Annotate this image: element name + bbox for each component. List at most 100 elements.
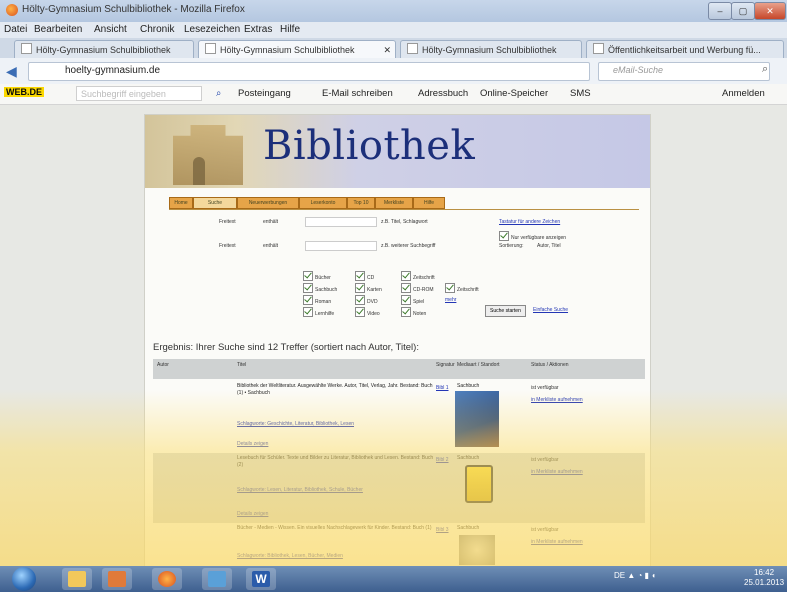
webde-sms[interactable]: SMS <box>570 88 591 99</box>
taskbar-firefox[interactable] <box>152 568 182 590</box>
tab-favicon <box>407 43 418 54</box>
taskbar-word[interactable]: W <box>246 568 276 590</box>
maximize-button[interactable]: ▢ <box>731 2 755 20</box>
search-row1-label: Freitext <box>219 219 236 225</box>
media-checkbox-12[interactable]: Video <box>355 307 380 317</box>
nav-tab-neuerwerbungen[interactable]: Neuerwerbungen <box>237 197 299 209</box>
nav-tab-home[interactable]: Home <box>169 197 193 209</box>
menu-item-ansicht[interactable]: Ansicht <box>94 24 127 35</box>
menu-item-lesezeichen[interactable]: Lesezeichen <box>184 24 240 35</box>
available-only-checkbox[interactable]: Nur verfügbare anzeigen <box>499 231 566 241</box>
media-checkbox-2[interactable]: CD <box>355 271 374 281</box>
media-checkbox-6[interactable]: CD-ROM <box>401 283 434 293</box>
result-signature[interactable]: Bibl 1 <box>436 385 449 391</box>
tab-favicon <box>21 43 32 54</box>
webde-email-schreiben[interactable]: E-Mail schreiben <box>322 88 393 99</box>
webde-search-icon[interactable]: ⌕ <box>216 88 221 99</box>
tab-3[interactable]: Hölty-Gymnasium Schulbibliothek <box>400 40 582 59</box>
col-signature[interactable]: Signatur <box>436 362 455 368</box>
special-chars-link[interactable]: Tastatur für andere Zeichen <box>499 219 560 225</box>
taskbar-app[interactable] <box>202 568 232 590</box>
simple-search-link[interactable]: Einfache Suche <box>533 307 568 313</box>
media-checkbox-13[interactable]: Noten <box>401 307 426 317</box>
nav-tab-leserkonto[interactable]: Leserkonto <box>299 197 347 209</box>
window-title: Hölty-Gymnasium Schulbibliothek - Mozill… <box>22 4 245 15</box>
search-submit-button[interactable]: Suche starten <box>485 305 526 317</box>
firefox-icon <box>6 4 18 16</box>
menu-item-chronik[interactable]: Chronik <box>140 24 174 35</box>
webde-anmelden[interactable]: Anmelden <box>722 88 765 99</box>
url-text: hoelty-gymnasium.de <box>65 65 161 76</box>
search-icon[interactable]: ⌕ <box>762 63 768 76</box>
result-title[interactable]: Bibliothek der Weltliteratur. Ausgewählt… <box>237 383 437 397</box>
nav-tab-top10[interactable]: Top 10 <box>347 197 375 209</box>
tab-1[interactable]: Hölty-Gymnasium Schulbibliothek <box>14 40 194 59</box>
start-button[interactable] <box>12 567 36 591</box>
menu-item-extras[interactable]: Extras <box>244 24 272 35</box>
media-checkbox-9[interactable]: DVD <box>355 295 378 305</box>
search-row2-operator[interactable]: enthält <box>263 243 278 249</box>
url-bar[interactable]: hoelty-gymnasium.de ⟳ <box>28 62 612 81</box>
media-checkbox-11[interactable]: Lernhilfe <box>303 307 334 317</box>
taskbar-media[interactable] <box>102 568 132 590</box>
result-keywords[interactable]: Schlagworte: Lesen, Literatur, Bibliothe… <box>237 487 437 494</box>
webde-posteingang[interactable]: Posteingang <box>238 88 291 99</box>
result-signature[interactable]: Bibl 3 <box>436 527 449 533</box>
taskbar-explorer[interactable] <box>62 568 92 590</box>
webde-online-speicher[interactable]: Online-Speicher <box>480 88 548 99</box>
webde-logo[interactable]: WEB.DE <box>4 87 44 97</box>
more-media-link[interactable]: mehr <box>445 297 456 303</box>
result-keywords[interactable]: Schlagworte: Bibliothek, Lesen, Bücher, … <box>237 553 437 560</box>
menu-item-bearbeiten[interactable]: Bearbeiten <box>34 24 82 35</box>
nav-tab-merkliste[interactable]: Merkliste <box>375 197 413 209</box>
media-checkbox-4[interactable]: Sachbuch <box>303 283 337 293</box>
folder-icon <box>68 571 86 587</box>
col-media[interactable]: Mediaart / Standort <box>457 362 517 368</box>
sort-label: Sortierung: <box>499 243 524 249</box>
add-to-list-link[interactable]: in Merkliste aufnehmen <box>531 539 583 545</box>
search-row1-input[interactable] <box>305 217 377 227</box>
tab-4[interactable]: Öffentlichkeitsarbeit und Werbung fü... <box>586 40 784 59</box>
search-row2-input[interactable] <box>305 241 377 251</box>
clock[interactable]: 16:42 25.01.2013 <box>744 568 784 588</box>
result-details-link[interactable]: Details zeigen <box>237 511 437 518</box>
word-icon: W <box>252 571 270 587</box>
col-status[interactable]: Status / Aktionen <box>531 362 569 368</box>
search-row2-label: Freitext <box>219 243 236 249</box>
tab-close-icon[interactable]: ✕ <box>383 41 391 59</box>
minimize-button[interactable]: – <box>708 2 732 20</box>
result-signature[interactable]: Bibl 2 <box>436 457 449 463</box>
media-checkbox-1[interactable]: Bücher <box>303 271 331 281</box>
nav-tab-suche[interactable]: Suche <box>193 197 237 209</box>
tab-2-active[interactable]: Hölty-Gymnasium Schulbibliothek ✕ <box>198 40 396 59</box>
add-to-list-link[interactable]: in Merkliste aufnehmen <box>531 397 583 403</box>
menu-item-datei[interactable]: Datei <box>4 24 27 35</box>
search-row1-operator[interactable]: enthält <box>263 219 278 225</box>
webde-adressbuch[interactable]: Adressbuch <box>418 88 468 99</box>
result-status: ist verfügbar <box>531 527 559 533</box>
media-checkbox-5[interactable]: Karten <box>355 283 382 293</box>
result-keywords[interactable]: Schlagworte: Geschichte, Literatur, Bibl… <box>237 421 437 428</box>
clock-date: 25.01.2013 <box>744 578 785 587</box>
media-checkbox-7[interactable]: Zeitschrift <box>445 283 479 293</box>
col-title[interactable]: Titel <box>237 362 246 368</box>
add-to-list-link[interactable]: in Merkliste aufnehmen <box>531 469 583 475</box>
result-title[interactable]: Bücher - Medien - Wissen. Ein visuelles … <box>237 525 437 532</box>
media-checkbox-8[interactable]: Roman <box>303 295 331 305</box>
close-button[interactable]: ✕ <box>754 2 786 20</box>
sort-value[interactable]: Autor, Titel <box>537 243 561 249</box>
search-input[interactable]: eMail-Suche <box>598 62 770 81</box>
media-checkbox-10[interactable]: Spiel <box>401 295 424 305</box>
search-row2-hint: z.B. weiterer Suchbegriff <box>381 243 436 249</box>
page-viewport: Bibliothek Home Suche Neuerwerbungen Les… <box>0 105 787 566</box>
language-indicator[interactable]: DE <box>614 571 625 580</box>
col-author[interactable]: Autor <box>157 362 169 368</box>
back-arrow-icon[interactable]: ◀ <box>6 63 17 80</box>
navigation-bar: ◀ hoelty-gymnasium.de ⟳ eMail-Suche ⌕ <box>0 58 787 85</box>
menu-item-hilfe[interactable]: Hilfe <box>280 24 300 35</box>
media-checkbox-3[interactable]: Zeitschrift <box>401 271 435 281</box>
result-title[interactable]: Lesebuch für Schüler. Texte und Bilder z… <box>237 455 437 469</box>
result-details-link[interactable]: Details zeigen <box>237 441 437 448</box>
nav-tab-hilfe[interactable]: Hilfe <box>413 197 445 209</box>
webde-search-input[interactable]: Suchbegriff eingeben <box>76 86 202 101</box>
